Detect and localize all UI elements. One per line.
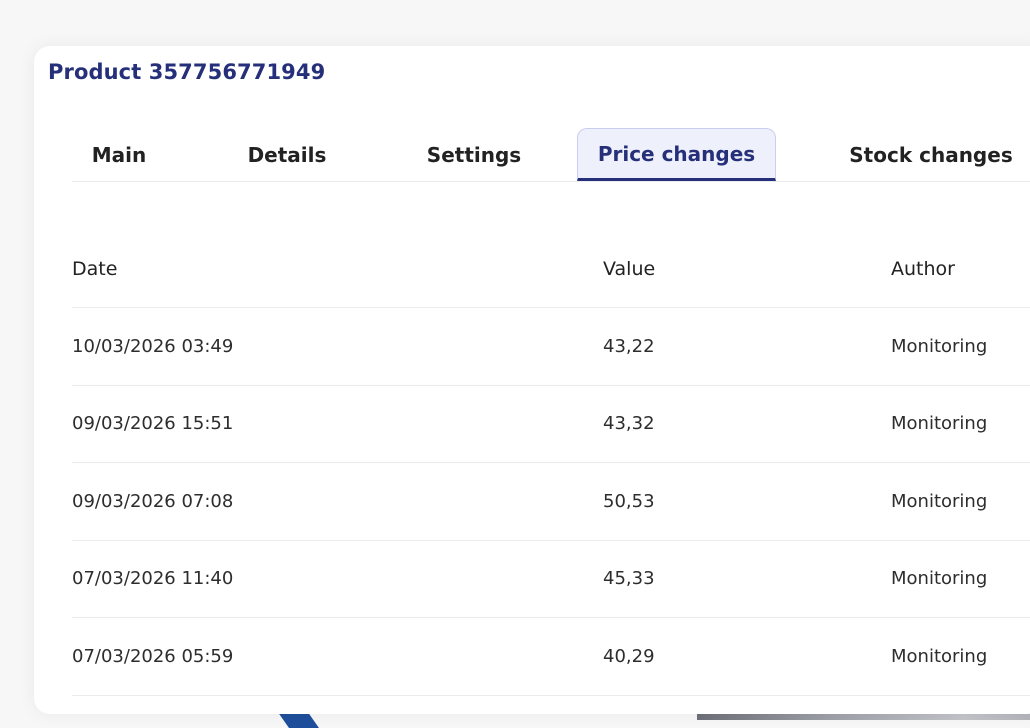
cell-date: 10/03/2026 03:49	[72, 335, 234, 357]
product-card: Product 357756771949 Main Details Settin…	[34, 46, 1030, 714]
table-header-row: Date Value Author	[72, 230, 1030, 308]
column-header-date[interactable]: Date	[72, 230, 117, 307]
cell-author: Monitoring	[891, 645, 988, 667]
cell-date: 07/03/2026 11:40	[72, 568, 234, 590]
tab-details[interactable]: Details	[220, 128, 354, 181]
cell-value: 43,22	[603, 335, 655, 357]
cell-value: 45,33	[603, 568, 655, 590]
column-header-author[interactable]: Author	[891, 230, 955, 307]
cell-date: 09/03/2026 07:08	[72, 490, 234, 512]
cell-author: Monitoring	[891, 490, 988, 512]
table-row: 07/03/2026 11:40 45,33 Monitoring	[72, 541, 1030, 618]
tab-stock-changes[interactable]: Stock changes	[826, 128, 1030, 181]
cell-value: 43,32	[603, 413, 655, 435]
table-row: 09/03/2026 07:08 50,53 Monitoring	[72, 463, 1030, 541]
tab-main[interactable]: Main	[72, 128, 166, 181]
price-changes-table: Date Value Author 10/03/2026 03:49 43,22…	[72, 230, 1030, 696]
table-row: 09/03/2026 15:51 43,32 Monitoring	[72, 386, 1030, 463]
cell-date: 07/03/2026 05:59	[72, 645, 234, 667]
cell-author: Monitoring	[891, 335, 988, 357]
page-title: Product 357756771949	[48, 60, 326, 84]
column-header-value[interactable]: Value	[603, 230, 655, 307]
cell-value: 50,53	[603, 490, 655, 512]
tab-price-changes[interactable]: Price changes	[577, 128, 776, 181]
cell-value: 40,29	[603, 645, 655, 667]
table-row: 07/03/2026 05:59 40,29 Monitoring	[72, 618, 1030, 696]
table-row: 10/03/2026 03:49 43,22 Monitoring	[72, 308, 1030, 386]
tab-settings[interactable]: Settings	[400, 128, 548, 181]
tab-bar: Main Details Settings Price changes Stoc…	[72, 128, 1030, 182]
cell-date: 09/03/2026 15:51	[72, 413, 234, 435]
cell-author: Monitoring	[891, 568, 988, 590]
cell-author: Monitoring	[891, 413, 988, 435]
